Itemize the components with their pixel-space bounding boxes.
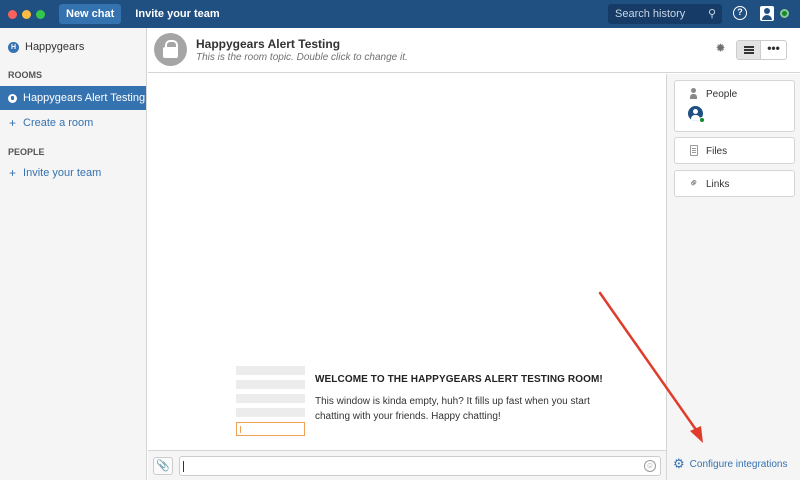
minimize-window-button[interactable] [22,9,31,19]
search-history-input[interactable]: Search history ⚲ [608,4,722,24]
online-status-icon[interactable] [780,9,789,18]
sidebar: H Happygears ROOMS Happygears Alert Test… [0,28,147,480]
create-room-link[interactable]: + Create a room [0,110,146,135]
people-section-title: PEOPLE [8,147,45,157]
room-item-label: Happygears Alert Testing [23,92,146,104]
files-label: Files [706,146,728,157]
compose-bar: 📎 ☺ [148,450,666,480]
sidebar-item-room[interactable]: Happygears Alert Testing [0,86,146,110]
maximize-window-button[interactable] [36,9,45,19]
placeholder-bar [236,408,305,417]
title-bar: New chat Invite your team Search history… [0,0,800,28]
configure-integrations-link[interactable]: ⚙ Configure integrations [673,456,788,471]
paperclip-icon[interactable]: 📎 [153,457,173,475]
plus-icon: + [9,115,17,130]
placeholder-input [236,422,305,436]
search-icon: ⚲ [707,8,716,20]
lock-icon [8,93,17,103]
text-caret [183,461,184,472]
welcome-illustration [236,366,305,436]
smiley-icon[interactable]: ☺ [644,460,656,472]
room-topic[interactable]: This is the room topic. Double click to … [196,52,408,63]
create-room-label: Create a room [23,116,94,129]
window-controls [8,9,45,19]
room-lock-avatar [154,33,187,66]
bug-icon[interactable]: ✹ [715,42,726,54]
room-title: Happygears Alert Testing [196,37,341,51]
files-card[interactable]: Files [674,137,795,164]
file-icon [690,145,698,156]
placeholder-bar [236,380,305,389]
plus-icon: + [9,165,17,180]
search-placeholder: Search history [615,8,686,20]
configure-integrations-label: Configure integrations [689,458,788,470]
person-icon [690,88,697,99]
people-label: People [706,89,738,100]
team-badge: H [8,41,19,53]
close-window-button[interactable] [8,9,17,19]
gear-icon: ⚙ [673,456,685,471]
message-input[interactable]: ☺ [179,456,661,476]
right-panel: People Files ⚭ Links ⚙ Configure integra… [666,74,800,480]
room-header: Happygears Alert Testing This is the roo… [148,28,800,73]
links-card[interactable]: ⚭ Links [674,170,795,197]
link-icon: ⚭ [685,174,703,192]
member-online-icon [699,117,705,123]
rooms-section-title: ROOMS [8,70,43,80]
user-icon[interactable] [760,6,774,21]
invite-team-label: Invite your team [23,166,102,179]
team-name: Happygears [25,41,85,53]
help-icon[interactable]: ? [733,6,747,20]
placeholder-bar [236,366,305,375]
view-toggle: ••• [736,40,787,60]
placeholder-bar [236,394,305,403]
invite-team-button[interactable]: Invite your team [129,8,225,20]
chat-area: WELCOME TO THE HAPPYGEARS ALERT TESTING … [148,74,666,450]
new-chat-button[interactable]: New chat [59,4,122,24]
team-header[interactable]: H Happygears [0,28,146,66]
list-view-icon[interactable] [737,41,761,59]
welcome-title: WELCOME TO THE HAPPYGEARS ALERT TESTING … [315,374,603,385]
more-icon[interactable]: ••• [761,41,786,59]
people-card[interactable]: People [674,80,795,132]
invite-team-link[interactable]: + Invite your team [0,160,146,185]
links-label: Links [706,179,730,190]
welcome-text: This window is kinda empty, huh? It fill… [315,396,590,422]
